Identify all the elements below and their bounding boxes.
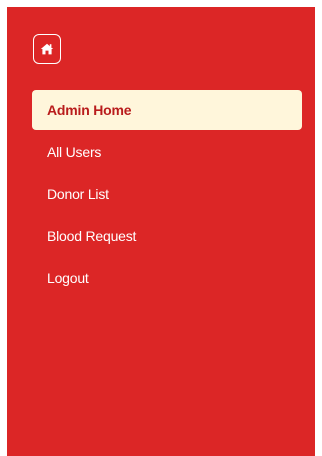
sidebar-nav: Admin Home All Users Donor List Blood Re… (32, 90, 302, 300)
sidebar-item-label: Admin Home (47, 102, 132, 118)
sidebar-item-label: Logout (47, 270, 89, 286)
sidebar-item-all-users[interactable]: All Users (32, 132, 302, 172)
sidebar-item-blood-request[interactable]: Blood Request (32, 216, 302, 256)
sidebar-item-label: Blood Request (47, 228, 137, 244)
sidebar-item-admin-home[interactable]: Admin Home (32, 90, 302, 130)
home-button[interactable] (33, 34, 61, 64)
sidebar-item-donor-list[interactable]: Donor List (32, 174, 302, 214)
sidebar: Admin Home All Users Donor List Blood Re… (7, 7, 315, 456)
sidebar-item-logout[interactable]: Logout (32, 258, 302, 298)
sidebar-item-label: Donor List (47, 186, 109, 202)
sidebar-item-label: All Users (47, 144, 102, 160)
home-icon (40, 43, 54, 55)
